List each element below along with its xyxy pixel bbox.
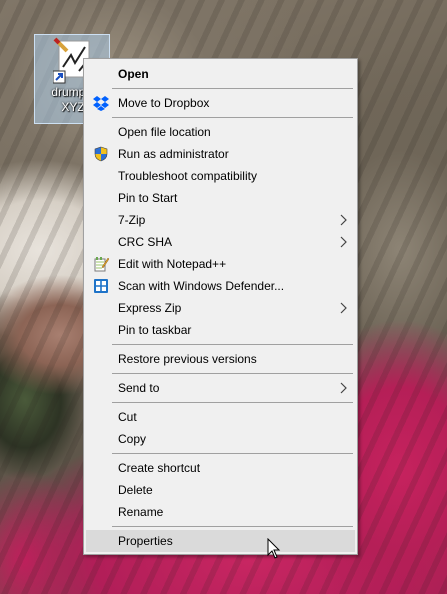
dropbox-icon xyxy=(93,96,109,111)
menu-separator xyxy=(112,373,353,374)
menu-separator xyxy=(112,117,353,118)
menu-item-pin-to-taskbar[interactable]: Pin to taskbar xyxy=(86,319,355,341)
chevron-right-icon xyxy=(340,236,347,248)
menu-item-label: Open file location xyxy=(118,125,211,139)
menu-item-label: Open xyxy=(118,67,149,81)
menu-item-rename[interactable]: Rename xyxy=(86,501,355,523)
menu-item-open[interactable]: Open xyxy=(86,63,355,85)
chevron-right-icon xyxy=(340,382,347,394)
menu-separator xyxy=(112,402,353,403)
menu-item-label: Pin to taskbar xyxy=(118,323,192,337)
menu-item-properties[interactable]: Properties xyxy=(86,530,355,552)
menu-item-scan-with-windows-defender[interactable]: Scan with Windows Defender... xyxy=(86,275,355,297)
menu-separator xyxy=(112,526,353,527)
menu-separator xyxy=(112,88,353,89)
menu-item-label: Pin to Start xyxy=(118,191,178,205)
context-menu: Open Move to Dropbox Open file location … xyxy=(83,58,358,555)
menu-item-delete[interactable]: Delete xyxy=(86,479,355,501)
menu-item-label: Move to Dropbox xyxy=(118,96,210,110)
menu-item-label: Delete xyxy=(118,483,153,497)
menu-item-pin-to-start[interactable]: Pin to Start xyxy=(86,187,355,209)
menu-item-label: 7-Zip xyxy=(118,213,146,227)
menu-item-cut[interactable]: Cut xyxy=(86,406,355,428)
menu-separator xyxy=(112,344,353,345)
menu-item-send-to[interactable]: Send to xyxy=(86,377,355,399)
menu-item-run-as-administrator[interactable]: Run as administrator xyxy=(86,143,355,165)
notepadpp-icon xyxy=(94,257,109,272)
menu-item-label: Restore previous versions xyxy=(118,352,257,366)
menu-item-label: CRC SHA xyxy=(118,235,173,249)
menu-item-label: Cut xyxy=(118,410,137,424)
chevron-right-icon xyxy=(340,214,347,226)
menu-item-label: Properties xyxy=(118,534,173,548)
menu-item-label: Send to xyxy=(118,381,160,395)
menu-item-label: Express Zip xyxy=(118,301,182,315)
menu-item-restore-previous-versions[interactable]: Restore previous versions xyxy=(86,348,355,370)
menu-item-crc-sha[interactable]: CRC SHA xyxy=(86,231,355,253)
menu-item-edit-with-notepadpp[interactable]: Edit with Notepad++ xyxy=(86,253,355,275)
menu-item-troubleshoot-compatibility[interactable]: Troubleshoot compatibility xyxy=(86,165,355,187)
menu-item-express-zip[interactable]: Express Zip xyxy=(86,297,355,319)
menu-item-label: Edit with Notepad++ xyxy=(118,257,227,271)
menu-item-label: Troubleshoot compatibility xyxy=(118,169,257,183)
menu-item-move-to-dropbox[interactable]: Move to Dropbox xyxy=(86,92,355,114)
menu-item-copy[interactable]: Copy xyxy=(86,428,355,450)
mouse-pointer-icon xyxy=(267,538,281,559)
menu-item-label: Rename xyxy=(118,505,164,519)
windows-defender-icon xyxy=(94,279,108,293)
uac-shield-icon xyxy=(94,146,108,162)
menu-item-label: Run as administrator xyxy=(118,147,229,161)
menu-separator xyxy=(112,453,353,454)
chevron-right-icon xyxy=(340,302,347,314)
menu-item-label: Copy xyxy=(118,432,147,446)
menu-item-7-zip[interactable]: 7-Zip xyxy=(86,209,355,231)
menu-item-label: Create shortcut xyxy=(118,461,201,475)
menu-item-create-shortcut[interactable]: Create shortcut xyxy=(86,457,355,479)
menu-item-open-file-location[interactable]: Open file location xyxy=(86,121,355,143)
menu-item-label: Scan with Windows Defender... xyxy=(118,279,285,293)
